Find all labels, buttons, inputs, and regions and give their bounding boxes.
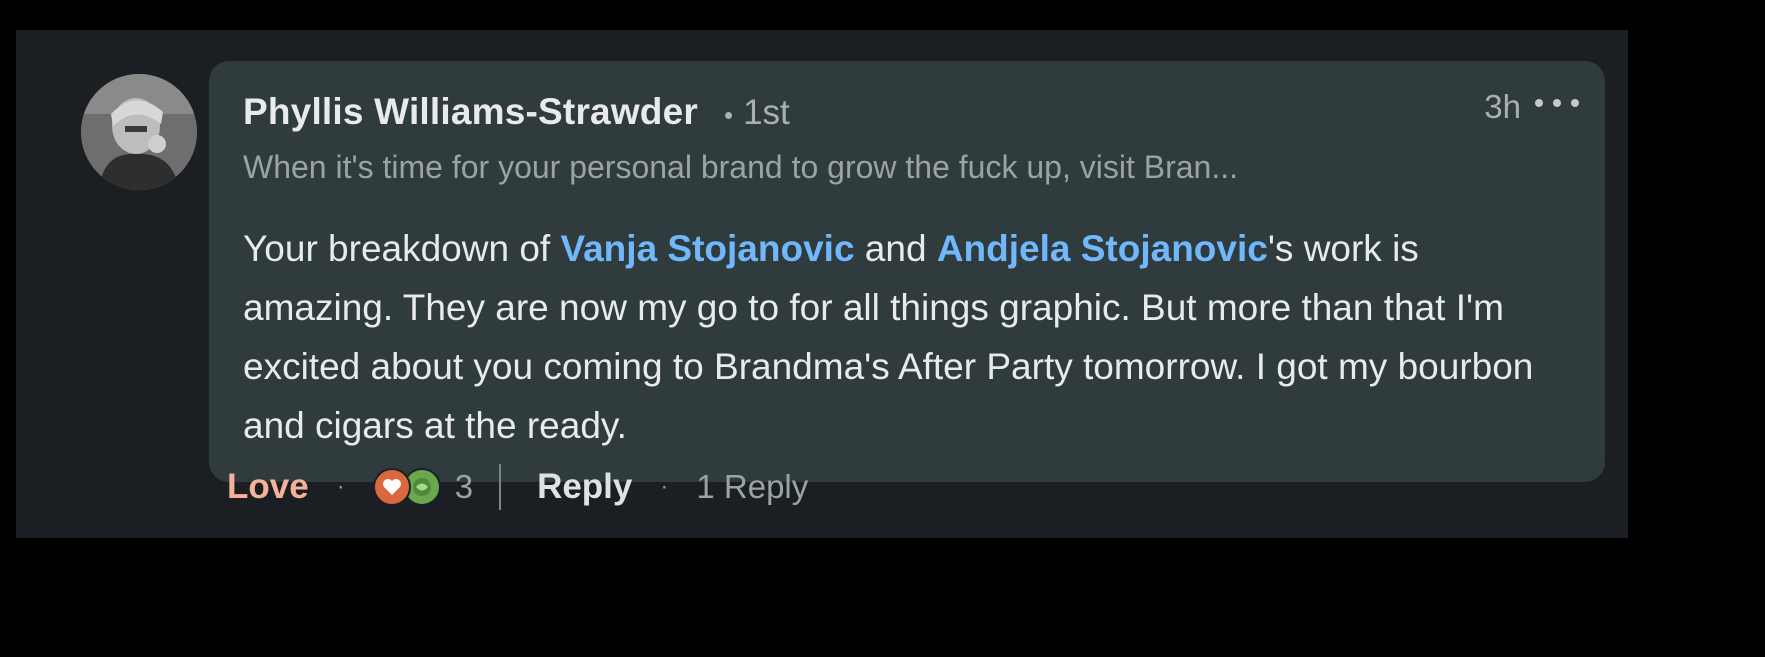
mention-link[interactable]: Vanja Stojanovic <box>560 228 854 269</box>
more-dot-icon <box>1553 99 1561 107</box>
replies-link[interactable]: 1 Reply <box>696 468 808 506</box>
author-name[interactable]: Phyllis Williams-Strawder <box>243 91 698 133</box>
comment-text: and <box>854 228 937 269</box>
reaction-count: 3 <box>454 468 474 505</box>
avatar[interactable] <box>81 74 197 190</box>
more-dot-icon <box>1535 99 1543 107</box>
avatar-photo <box>81 74 197 190</box>
love-button[interactable]: Love <box>227 467 309 507</box>
comment-text: Your breakdown of <box>243 228 561 269</box>
author-headline: When it's time for your personal brand t… <box>243 149 1238 185</box>
mention-link[interactable]: Andjela Stojanovic <box>937 228 1268 269</box>
action-separator: · <box>336 473 345 500</box>
action-separator: · <box>660 473 669 500</box>
author-row: Phyllis Williams-Strawder • 1st <box>243 91 790 133</box>
more-options-button[interactable] <box>1535 91 1579 115</box>
comment-body: Your breakdown of Vanja Stojanovic and A… <box>243 219 1573 455</box>
comment-actions: Love · 3 Reply · 1 Reply <box>227 462 808 512</box>
timestamp: 3h <box>1484 88 1521 125</box>
connection-degree: 1st <box>743 93 790 132</box>
more-dot-icon <box>1571 99 1579 107</box>
degree-separator: • <box>723 100 734 130</box>
action-divider <box>499 464 502 510</box>
reply-button[interactable]: Reply <box>537 467 632 507</box>
comment-bubble: Phyllis Williams-Strawder • 1st 3h When … <box>209 61 1605 482</box>
reactions-summary[interactable]: 3 <box>372 468 474 506</box>
love-icon <box>372 468 411 506</box>
